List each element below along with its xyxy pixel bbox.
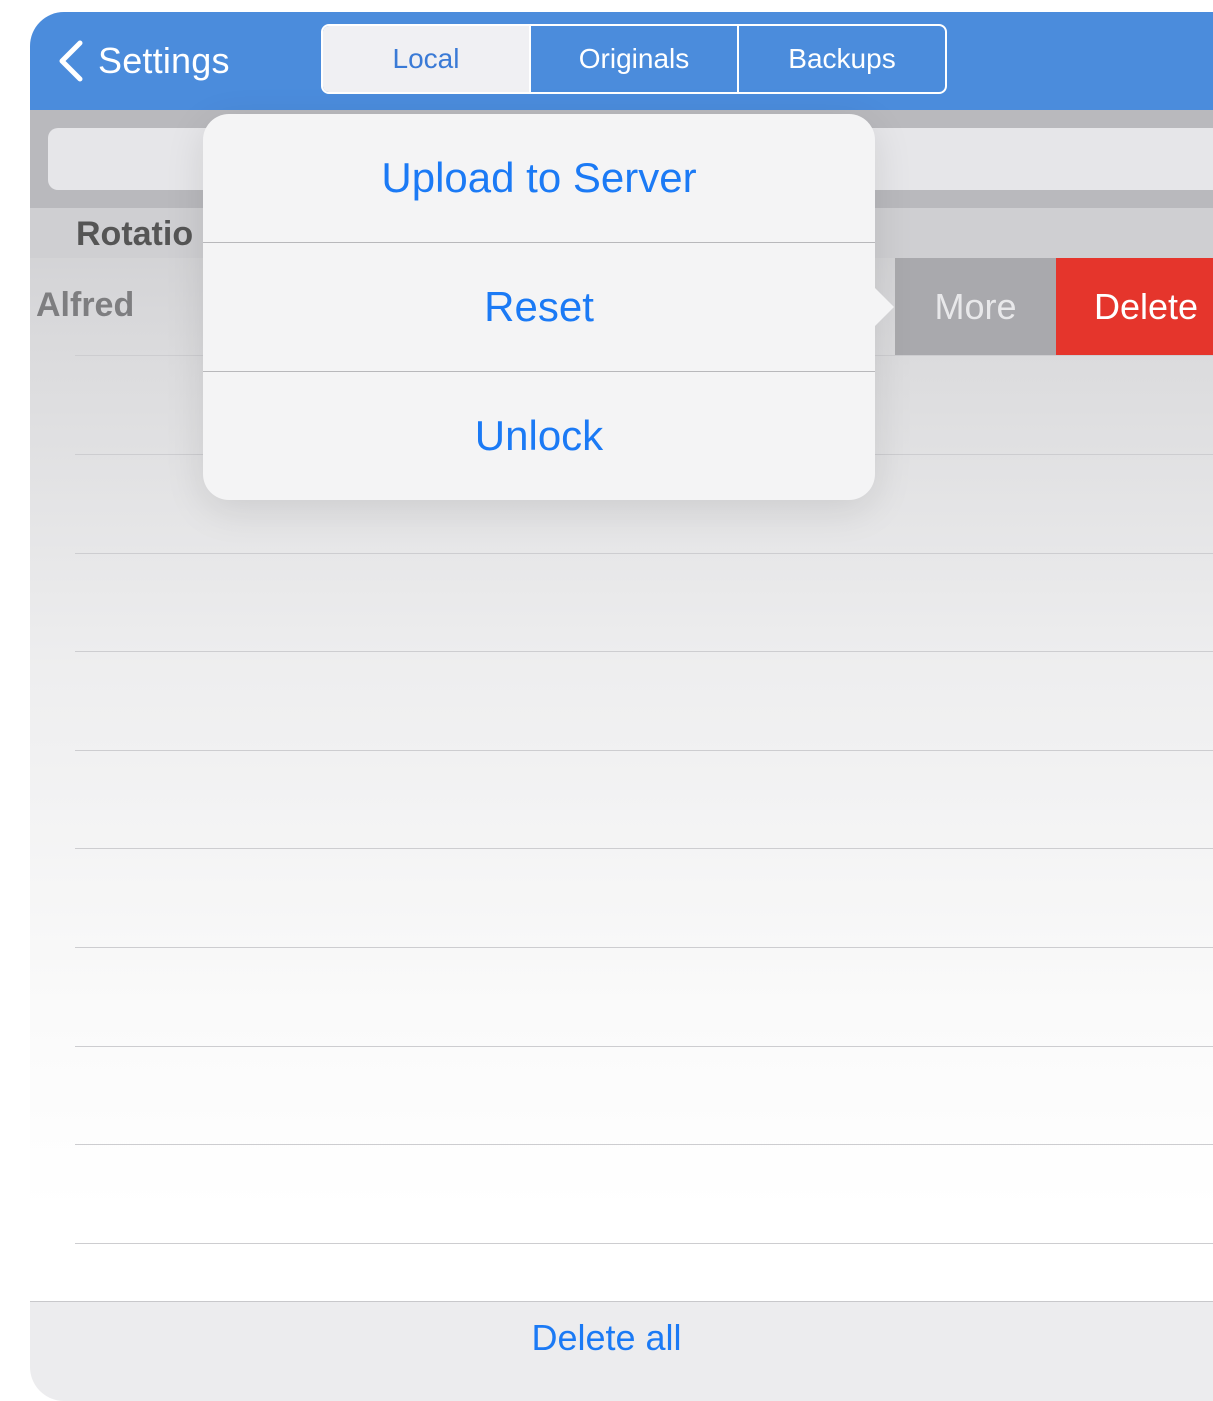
popover-arrow: [872, 285, 894, 329]
action-popover: Upload to Server Reset Unlock: [203, 114, 875, 500]
row-divider: [75, 848, 1213, 849]
section-title: Rotatio: [76, 215, 194, 253]
row-divider: [75, 651, 1213, 652]
segmented-control: Local Originals Backups: [321, 24, 947, 94]
chevron-left-icon: [59, 40, 83, 82]
tab-originals[interactable]: Originals: [529, 26, 737, 92]
upload-to-server-button[interactable]: Upload to Server: [203, 114, 875, 242]
list-item[interactable]: Alfred: [36, 286, 134, 325]
row-divider: [75, 750, 1213, 751]
row-divider: [75, 1144, 1213, 1145]
navigation-bar: Settings Local Originals Backups: [30, 12, 1213, 110]
row-divider: [75, 553, 1213, 554]
more-button[interactable]: More: [895, 258, 1056, 356]
delete-button[interactable]: Delete: [1056, 258, 1213, 356]
delete-all-button[interactable]: Delete all: [0, 1317, 1213, 1359]
reset-button[interactable]: Reset: [203, 243, 875, 371]
tab-backups[interactable]: Backups: [737, 26, 945, 92]
back-button[interactable]: Settings: [56, 34, 230, 88]
app-window: Rotatio Alfred More Delete Settings Loca…: [30, 12, 1213, 1401]
row-divider: [75, 1243, 1213, 1244]
row-divider: [75, 947, 1213, 948]
unlock-button[interactable]: Unlock: [203, 372, 875, 500]
tab-local[interactable]: Local: [323, 26, 529, 92]
row-divider: [75, 1046, 1213, 1047]
back-button-label: Settings: [98, 40, 230, 81]
